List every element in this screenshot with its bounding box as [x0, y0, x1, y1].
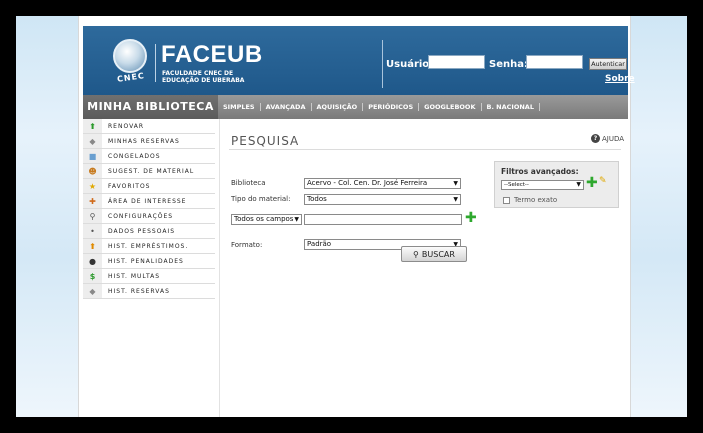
ajuda-link[interactable]: ? AJUDA: [591, 134, 624, 143]
nav-periodicos[interactable]: PERIÓDICOS: [363, 103, 420, 111]
sidebar-item-configuracoes[interactable]: ⚲ CONFIGURAÇÕES: [83, 209, 215, 224]
buscar-button[interactable]: ⚲ BUSCAR: [401, 246, 467, 262]
nav-b-nacional[interactable]: B. NACIONAL: [482, 103, 540, 111]
face-icon: ☻: [83, 164, 102, 178]
arrow-up-orange-icon: ⬆: [83, 239, 102, 253]
biblioteca-select[interactable]: Acervo - Col. Cen. Dr. José Ferreira ▼: [304, 178, 461, 189]
add-filter-icon[interactable]: ✚: [586, 176, 598, 190]
nav-aquisicao[interactable]: AQUISIÇÃO: [312, 103, 364, 111]
buscar-label: BUSCAR: [421, 249, 455, 259]
sidebar-item-hist-penalidades[interactable]: ● HIST. PENALIDADES: [83, 254, 215, 269]
sidebar-item-label: HIST. EMPRÉSTIMOS.: [108, 242, 189, 250]
nav-bar: MINHA BIBLIOTECA SIMPLES AVANÇADA AQUISI…: [83, 95, 628, 119]
sidebar-item-favoritos[interactable]: ★ FAVORITOS: [83, 179, 215, 194]
minha-biblioteca-title: MINHA BIBLIOTECA: [83, 95, 218, 119]
puzzle-icon: ✚: [83, 194, 102, 208]
sidebar-item-label: MINHAS RESERVAS: [108, 137, 180, 145]
sidebar-item-minhas-reservas[interactable]: ◆ MINHAS RESERVAS: [83, 134, 215, 149]
help-icon: ?: [591, 134, 600, 143]
magnifier-icon: ⚲: [83, 209, 102, 223]
logo-text: CNEC: [116, 71, 146, 84]
filtros-title: Filtros avançados:: [501, 167, 579, 176]
autenticar-button[interactable]: Autenticar: [589, 58, 627, 70]
nav-avancada[interactable]: AVANÇADA: [261, 103, 312, 111]
search-input[interactable]: [304, 214, 462, 225]
dollar-icon: $: [83, 269, 102, 283]
sidebar-divider: [219, 119, 220, 417]
termo-exato-label: Termo exato: [514, 196, 558, 204]
sobre-link[interactable]: Sobre: [605, 74, 635, 84]
title-underline: [229, 149, 621, 150]
ajuda-label: AJUDA: [602, 134, 625, 143]
add-field-icon[interactable]: ✚: [465, 211, 477, 225]
senha-input[interactable]: [526, 55, 583, 69]
brand-title: FACEUB: [161, 41, 263, 68]
sidebar-item-congelados[interactable]: ■ CONGELADOS: [83, 149, 215, 164]
chevron-down-icon: ▼: [576, 181, 581, 188]
sidebar-item-hist-reservas[interactable]: ◆ HIST. RESERVAS: [83, 284, 215, 299]
campos-select-value: Todos os campos: [234, 215, 294, 223]
tipo-material-select[interactable]: Todos ▼: [304, 194, 461, 205]
chevron-down-icon: ▼: [294, 216, 299, 223]
header-separator: [382, 40, 383, 88]
sidebar-menu: ⬆ RENOVAR ◆ MINHAS RESERVAS ■ CONGELADOS…: [83, 119, 215, 299]
sidebar-item-label: DADOS PESSOAIS: [108, 227, 176, 235]
brand-subtitle: FACULDADE CNEC DE EDUCAÇÃO DE UBERABA: [162, 70, 245, 84]
sidebar-item-label: FAVORITOS: [108, 182, 151, 190]
sidebar-item-area-interesse[interactable]: ✚ ÁREA DE INTERESSE: [83, 194, 215, 209]
ball-icon: ●: [83, 254, 102, 268]
person-icon: •: [83, 224, 102, 238]
star-icon: ★: [83, 179, 102, 193]
usuario-input[interactable]: [428, 55, 485, 69]
campos-select[interactable]: Todos os campos ▼: [231, 214, 302, 225]
filtros-avancados-panel: Filtros avançados: --Select-- ▼ ✚ ✎ Term…: [494, 161, 619, 208]
formato-select-value: Padrão: [307, 240, 332, 248]
senha-label: Senha:: [489, 59, 528, 70]
biblioteca-label: Biblioteca: [231, 179, 266, 187]
nav-links: SIMPLES AVANÇADA AQUISIÇÃO PERIÓDICOS GO…: [218, 95, 540, 119]
logo-divider: [155, 44, 156, 82]
sidebar-item-renovar[interactable]: ⬆ RENOVAR: [83, 119, 215, 134]
nav-googlebook[interactable]: GOOGLEBOOK: [419, 103, 482, 111]
cube-icon: ■: [83, 149, 102, 163]
biblioteca-select-value: Acervo - Col. Cen. Dr. José Ferreira: [307, 179, 428, 187]
formato-label: Formato:: [231, 241, 263, 249]
chevron-down-icon: ▼: [453, 180, 458, 187]
tipo-material-select-value: Todos: [307, 195, 327, 203]
sidebar-item-sugest-material[interactable]: ☻ SUGEST. DE MATERIAL: [83, 164, 215, 179]
page: CNEC FACEUB FACULDADE CNEC DE EDUCAÇÃO D…: [78, 16, 635, 417]
sidebar-item-label: HIST. RESERVAS: [108, 287, 170, 295]
search-icon: ⚲: [413, 249, 419, 259]
desktop-background: CNEC FACEUB FACULDADE CNEC DE EDUCAÇÃO D…: [16, 16, 687, 417]
chevron-down-icon: ▼: [453, 196, 458, 203]
page-title: PESQUISA: [231, 134, 300, 148]
filtros-select-value: --Select--: [504, 182, 529, 188]
sidebar-item-label: HIST. PENALIDADES: [108, 257, 184, 265]
broom-icon[interactable]: ✎: [599, 176, 607, 186]
filtros-select[interactable]: --Select-- ▼: [501, 180, 584, 190]
sidebar-item-label: SUGEST. DE MATERIAL: [108, 167, 195, 175]
sidebar-item-hist-multas[interactable]: $ HIST. MULTAS: [83, 269, 215, 284]
sidebar-item-label: ÁREA DE INTERESSE: [108, 197, 187, 205]
sidebar-item-label: CONGELADOS: [108, 152, 161, 160]
sidebar-item-label: CONFIGURAÇÕES: [108, 212, 174, 220]
sidebar-item-hist-emprestimos[interactable]: ⬆ HIST. EMPRÉSTIMOS.: [83, 239, 215, 254]
nav-simples[interactable]: SIMPLES: [218, 103, 261, 111]
arrow-up-green-icon: ⬆: [83, 119, 102, 133]
sidebar-item-label: HIST. MULTAS: [108, 272, 161, 280]
sidebar-item-dados-pessoais[interactable]: • DADOS PESSOAIS: [83, 224, 215, 239]
cnec-logo-icon: [113, 39, 147, 73]
site-header: CNEC FACEUB FACULDADE CNEC DE EDUCAÇÃO D…: [83, 26, 635, 95]
usuario-label: Usuário:: [386, 59, 434, 70]
tag-icon: ◆: [83, 134, 102, 148]
tag-icon: ◆: [83, 284, 102, 298]
sidebar-item-label: RENOVAR: [108, 122, 145, 130]
termo-exato-checkbox[interactable]: [503, 197, 510, 204]
tipo-material-label: Tipo do material:: [231, 195, 291, 203]
